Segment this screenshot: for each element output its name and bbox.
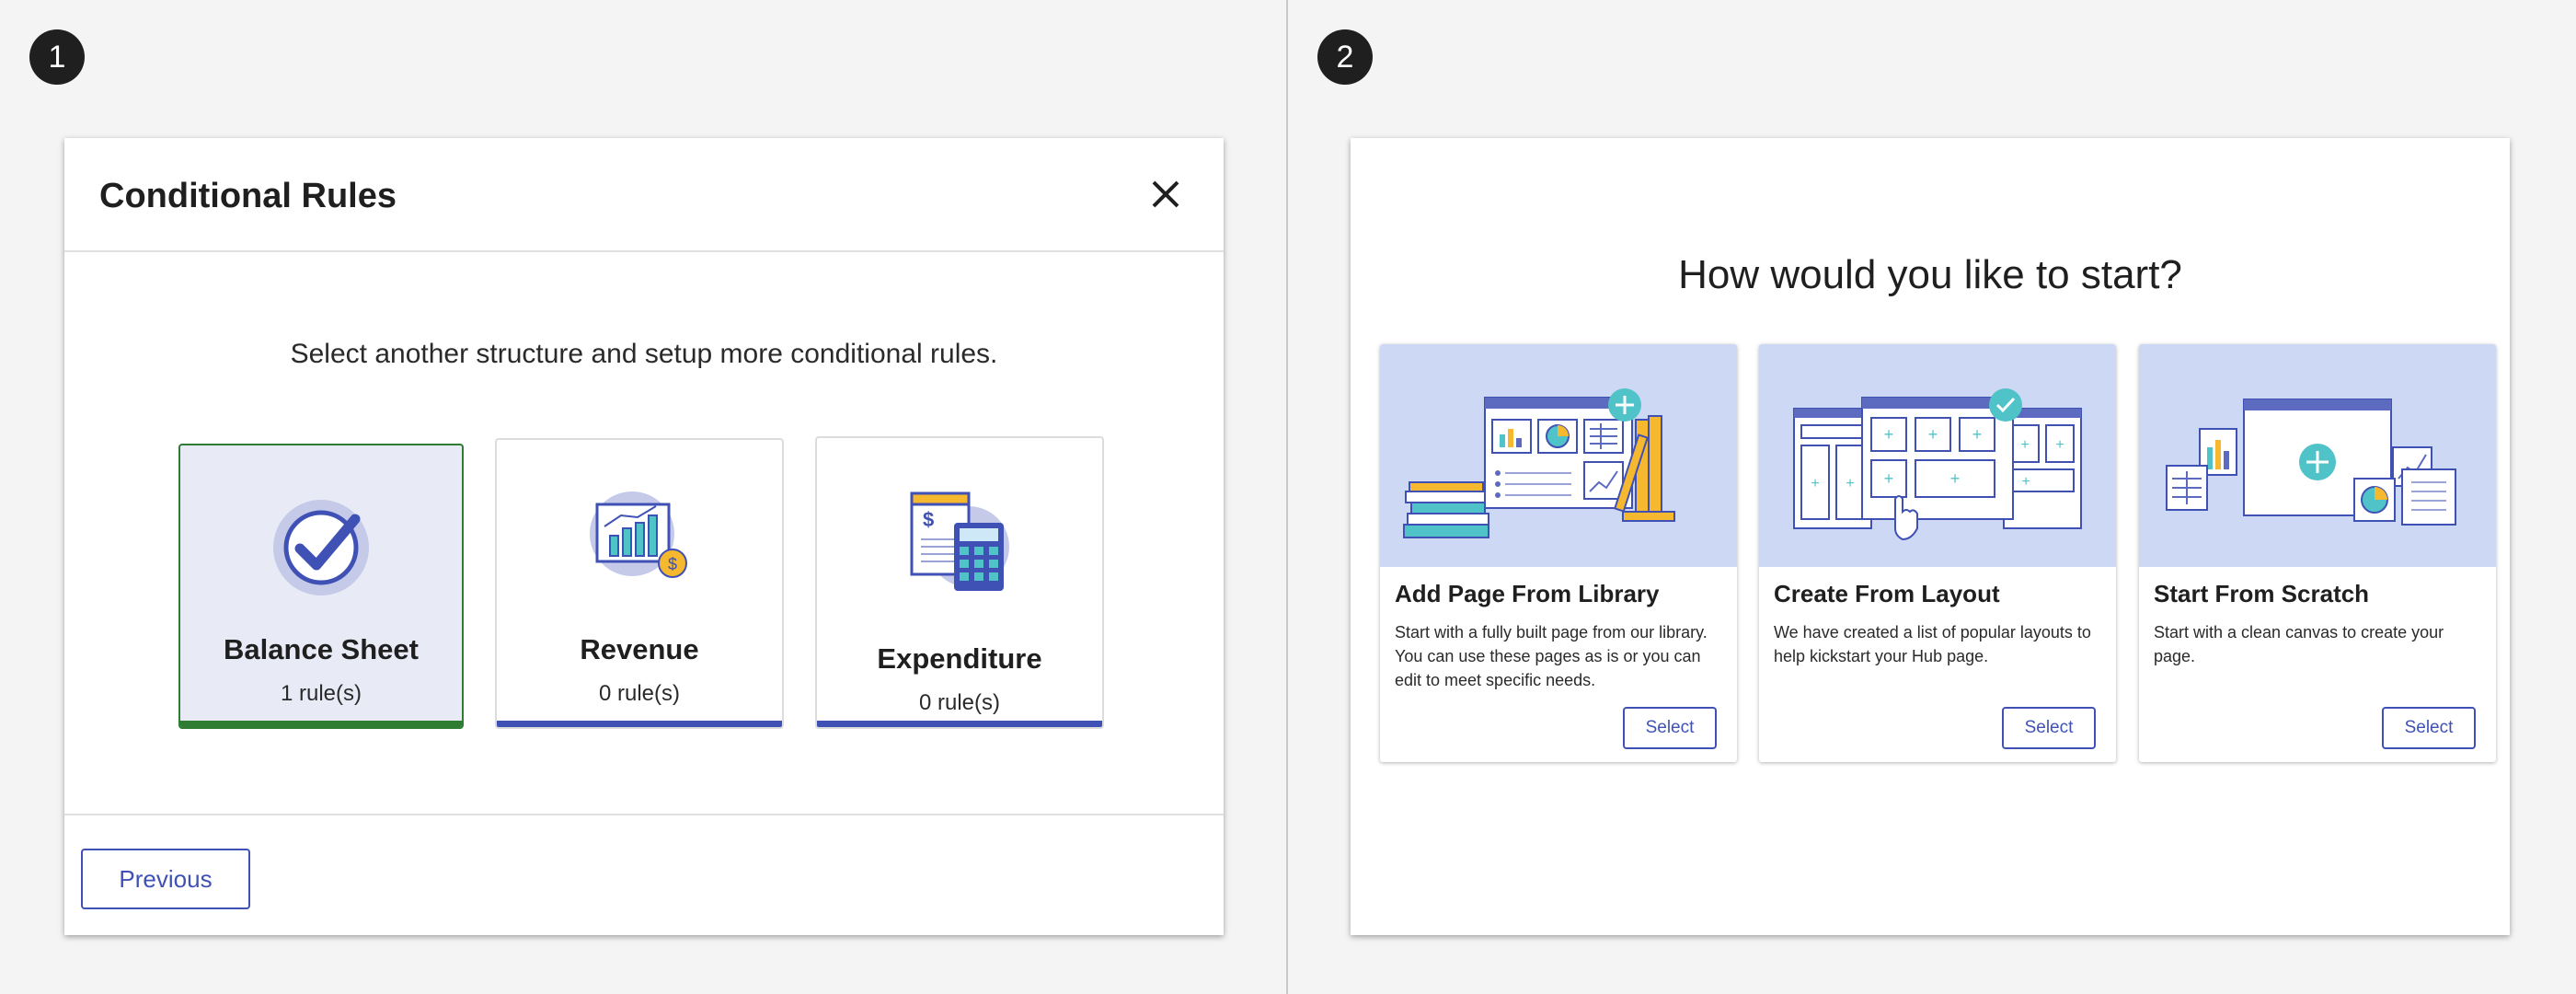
svg-text:+: + — [2020, 437, 2029, 453]
select-button-scratch[interactable]: Select — [2382, 707, 2476, 749]
card-status-bar — [817, 721, 1102, 727]
option-card-layout[interactable]: + + + + + + + + + + Create From Layout W… — [1759, 344, 2116, 762]
blank-canvas-icon — [2166, 399, 2456, 526]
card-title: Balance Sheet — [224, 633, 419, 665]
step-badge-2: 2 — [1317, 29, 1373, 85]
dialog-title: Conditional Rules — [99, 177, 397, 215]
scratch-illustration — [2139, 344, 2496, 567]
svg-text:+: + — [1972, 425, 1983, 444]
card-status-bar — [497, 721, 782, 727]
svg-text:+: + — [1884, 425, 1894, 444]
revenue-chart-icon: $ — [590, 491, 687, 578]
card-rule-count: 0 rule(s) — [918, 690, 1001, 715]
dialog-footer: Previous — [64, 814, 1224, 937]
layout-illustration: + + + + + + + + + + — [1759, 344, 2116, 567]
card-rule-count: 0 rule(s) — [598, 681, 681, 706]
option-card-scratch[interactable]: Start From Scratch Start with a clean ca… — [2139, 344, 2496, 762]
svg-text:+: + — [2055, 437, 2064, 453]
svg-text:$: $ — [668, 555, 677, 573]
svg-text:+: + — [1884, 469, 1894, 488]
option-description: Start with a clean canvas to create your… — [2154, 623, 2444, 665]
option-title: Start From Scratch — [2154, 580, 2370, 607]
step-badge-1: 1 — [29, 29, 85, 85]
svg-text:+: + — [1811, 476, 1819, 491]
card-title: Revenue — [580, 633, 699, 665]
library-pages-icon — [1403, 388, 1675, 538]
start-options-dialog: How would you like to start? Add Page Fr… — [1351, 138, 2510, 935]
option-card-library[interactable]: Add Page From Library Start with a fully… — [1380, 344, 1737, 762]
structure-card-balance-sheet[interactable]: Balance Sheet 1 rule(s) — [178, 444, 464, 729]
select-button-library[interactable]: Select — [1623, 707, 1717, 749]
option-description: Start with a fully built page from our l… — [1395, 623, 1708, 689]
close-icon — [1152, 180, 1179, 208]
start-heading: How would you like to start? — [1678, 252, 2182, 297]
card-status-bar — [180, 721, 462, 727]
panel-divider — [1286, 0, 1288, 994]
checkmark-icon — [273, 500, 369, 595]
structure-card-revenue[interactable]: $ Revenue 0 rule(s) — [495, 438, 784, 729]
dialog-header: Conditional Rules — [64, 138, 1224, 252]
dialog-subtitle: Select another structure and setup more … — [290, 339, 998, 369]
option-title: Create From Layout — [1774, 580, 2000, 607]
svg-text:+: + — [1846, 476, 1854, 491]
svg-text:+: + — [2021, 474, 2030, 490]
previous-button[interactable]: Previous — [81, 849, 250, 909]
structure-card-expenditure[interactable]: $ Expenditure 0 rule(s) — [815, 436, 1104, 729]
layout-grid-icon: + + + + + + + + + + — [1793, 388, 2082, 541]
option-title: Add Page From Library — [1395, 580, 1660, 607]
library-illustration — [1380, 344, 1737, 567]
svg-text:+: + — [1950, 469, 1961, 488]
svg-text:$: $ — [923, 508, 934, 531]
option-description: We have created a list of popular layout… — [1774, 623, 2091, 665]
card-rule-count: 1 rule(s) — [280, 681, 362, 706]
calculator-icon: $ — [910, 491, 1009, 591]
card-title: Expenditure — [877, 642, 1042, 675]
select-button-layout[interactable]: Select — [2002, 707, 2096, 749]
svg-text:+: + — [1928, 425, 1938, 444]
conditional-rules-dialog: Conditional Rules Select another structu… — [64, 138, 1224, 935]
close-button[interactable] — [1141, 169, 1190, 219]
